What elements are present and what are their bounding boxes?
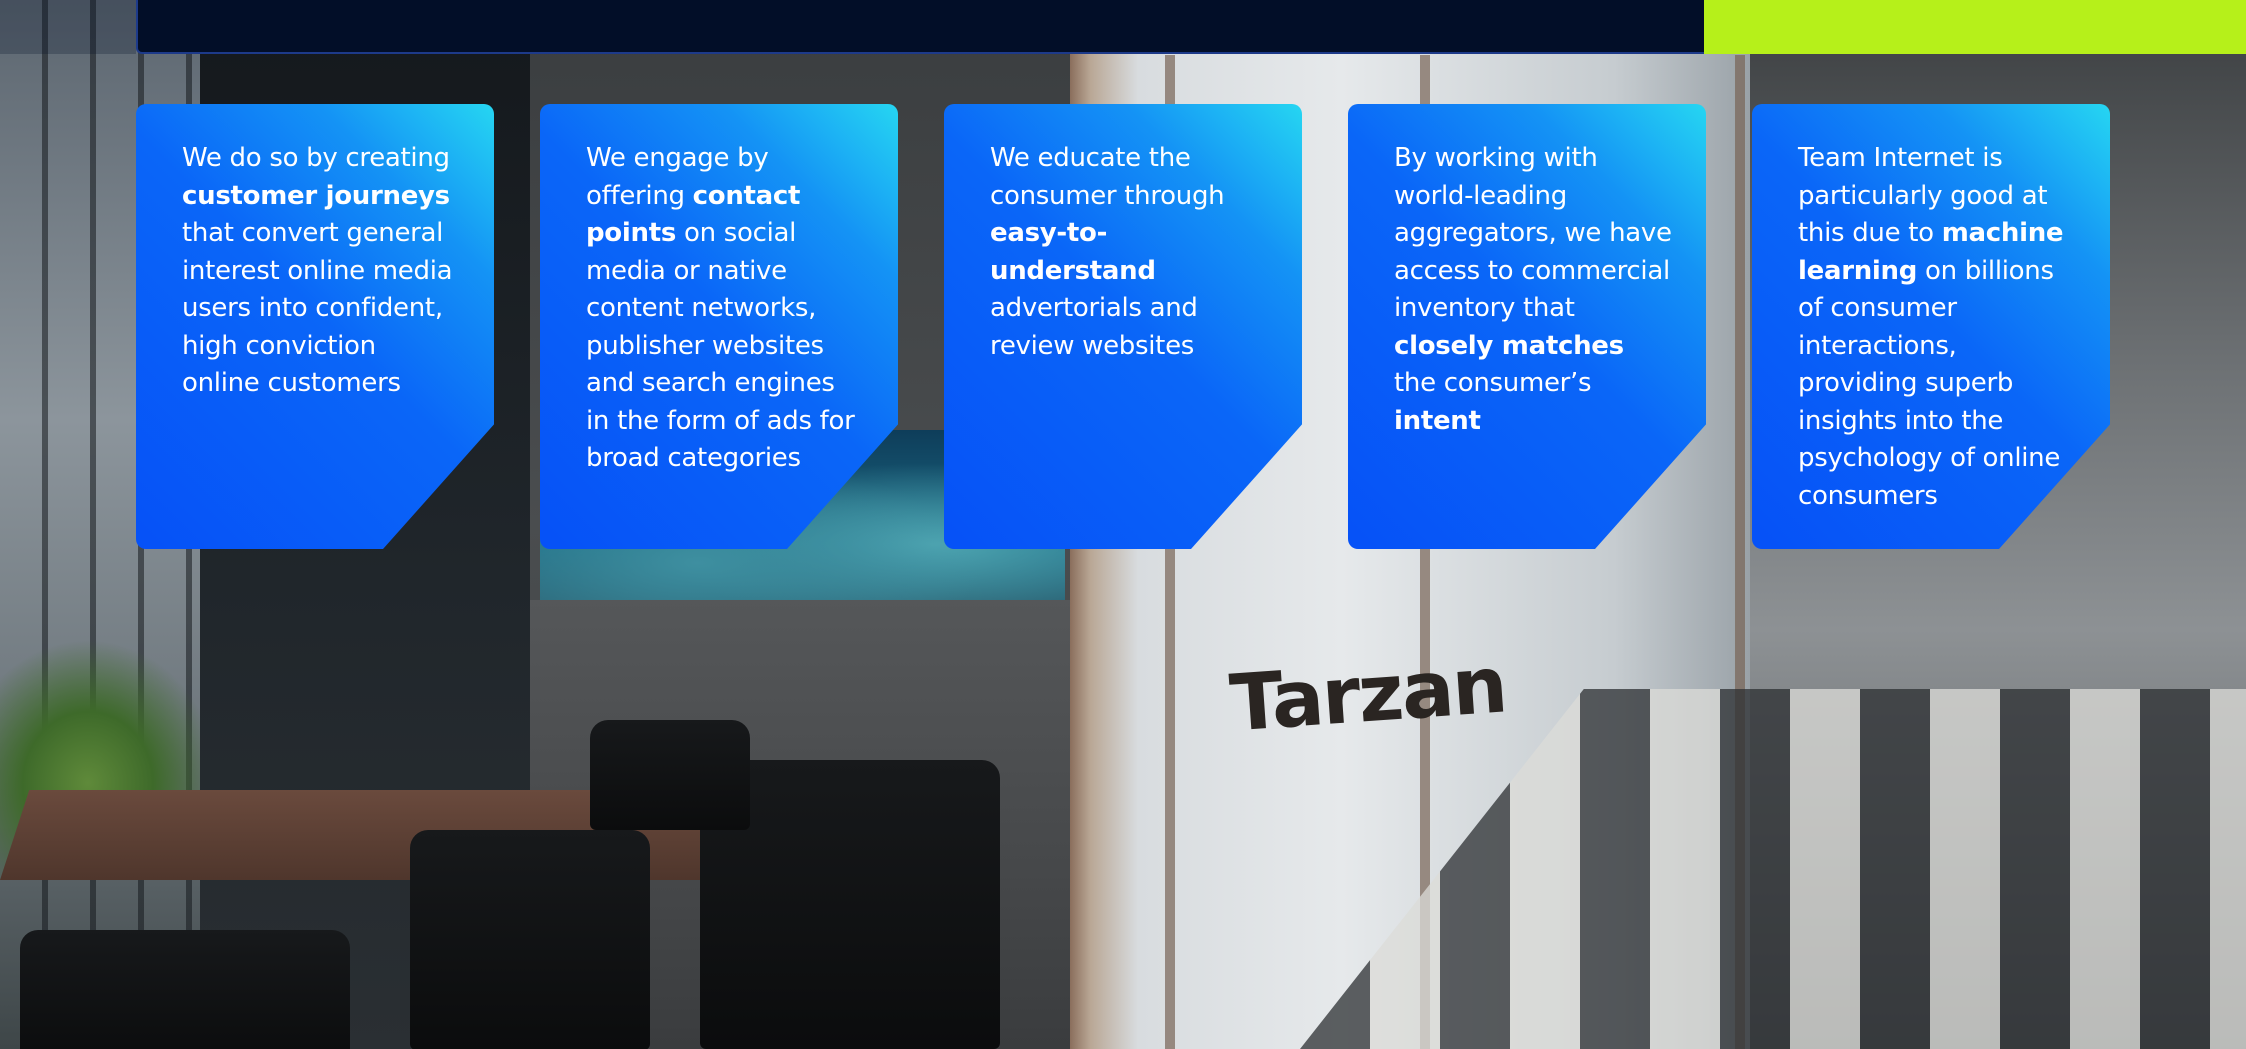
card-contact-points: We engage by offering contact points on …	[540, 104, 898, 549]
card-body-text: We educate the consumer through	[990, 143, 1225, 211]
card-text: We do so by creating customer journeys t…	[182, 140, 460, 403]
top-bar-lime	[1704, 0, 2246, 54]
card-highlight-text: easy-to-understand	[990, 218, 1156, 286]
top-bar-dark	[136, 0, 1704, 54]
card-highlight-text: customer journeys	[182, 180, 450, 211]
card-highlight-text: closely matches	[1394, 330, 1624, 361]
card-easy-to-understand: We educate the consumer through easy-to-…	[944, 104, 1302, 549]
card-text: We engage by offering contact points on …	[586, 140, 864, 478]
door-sign-text: Tarzan	[1227, 640, 1509, 750]
card-text: By working with world-leading aggregator…	[1394, 140, 1672, 440]
card-body-text: advertorials and review websites	[990, 293, 1198, 361]
card-body-text: on social media or native content networ…	[586, 218, 855, 473]
chair	[20, 930, 350, 1049]
card-body-text: that convert general interest online med…	[182, 218, 453, 398]
card-text: We educate the consumer through easy-to-…	[990, 140, 1268, 365]
top-bar-left-shade	[0, 0, 136, 54]
card-text: Team Internet is particularly good at th…	[1798, 140, 2076, 515]
card-machine-learning: Team Internet is particularly good at th…	[1752, 104, 2110, 549]
card-body-text: We do so by creating	[182, 143, 450, 173]
card-highlight-text: intent	[1394, 405, 1481, 436]
card-body-text: By working with world-leading aggregator…	[1394, 143, 1672, 323]
card-closely-matches-intent: By working with world-leading aggregator…	[1348, 104, 1706, 549]
chair	[410, 830, 650, 1049]
chair	[590, 720, 750, 830]
card-body-text: the consumer’s	[1394, 368, 1592, 398]
card-body-text: on billions of consumer interactions, pr…	[1798, 255, 2061, 511]
card-customer-journeys: We do so by creating customer journeys t…	[136, 104, 494, 549]
